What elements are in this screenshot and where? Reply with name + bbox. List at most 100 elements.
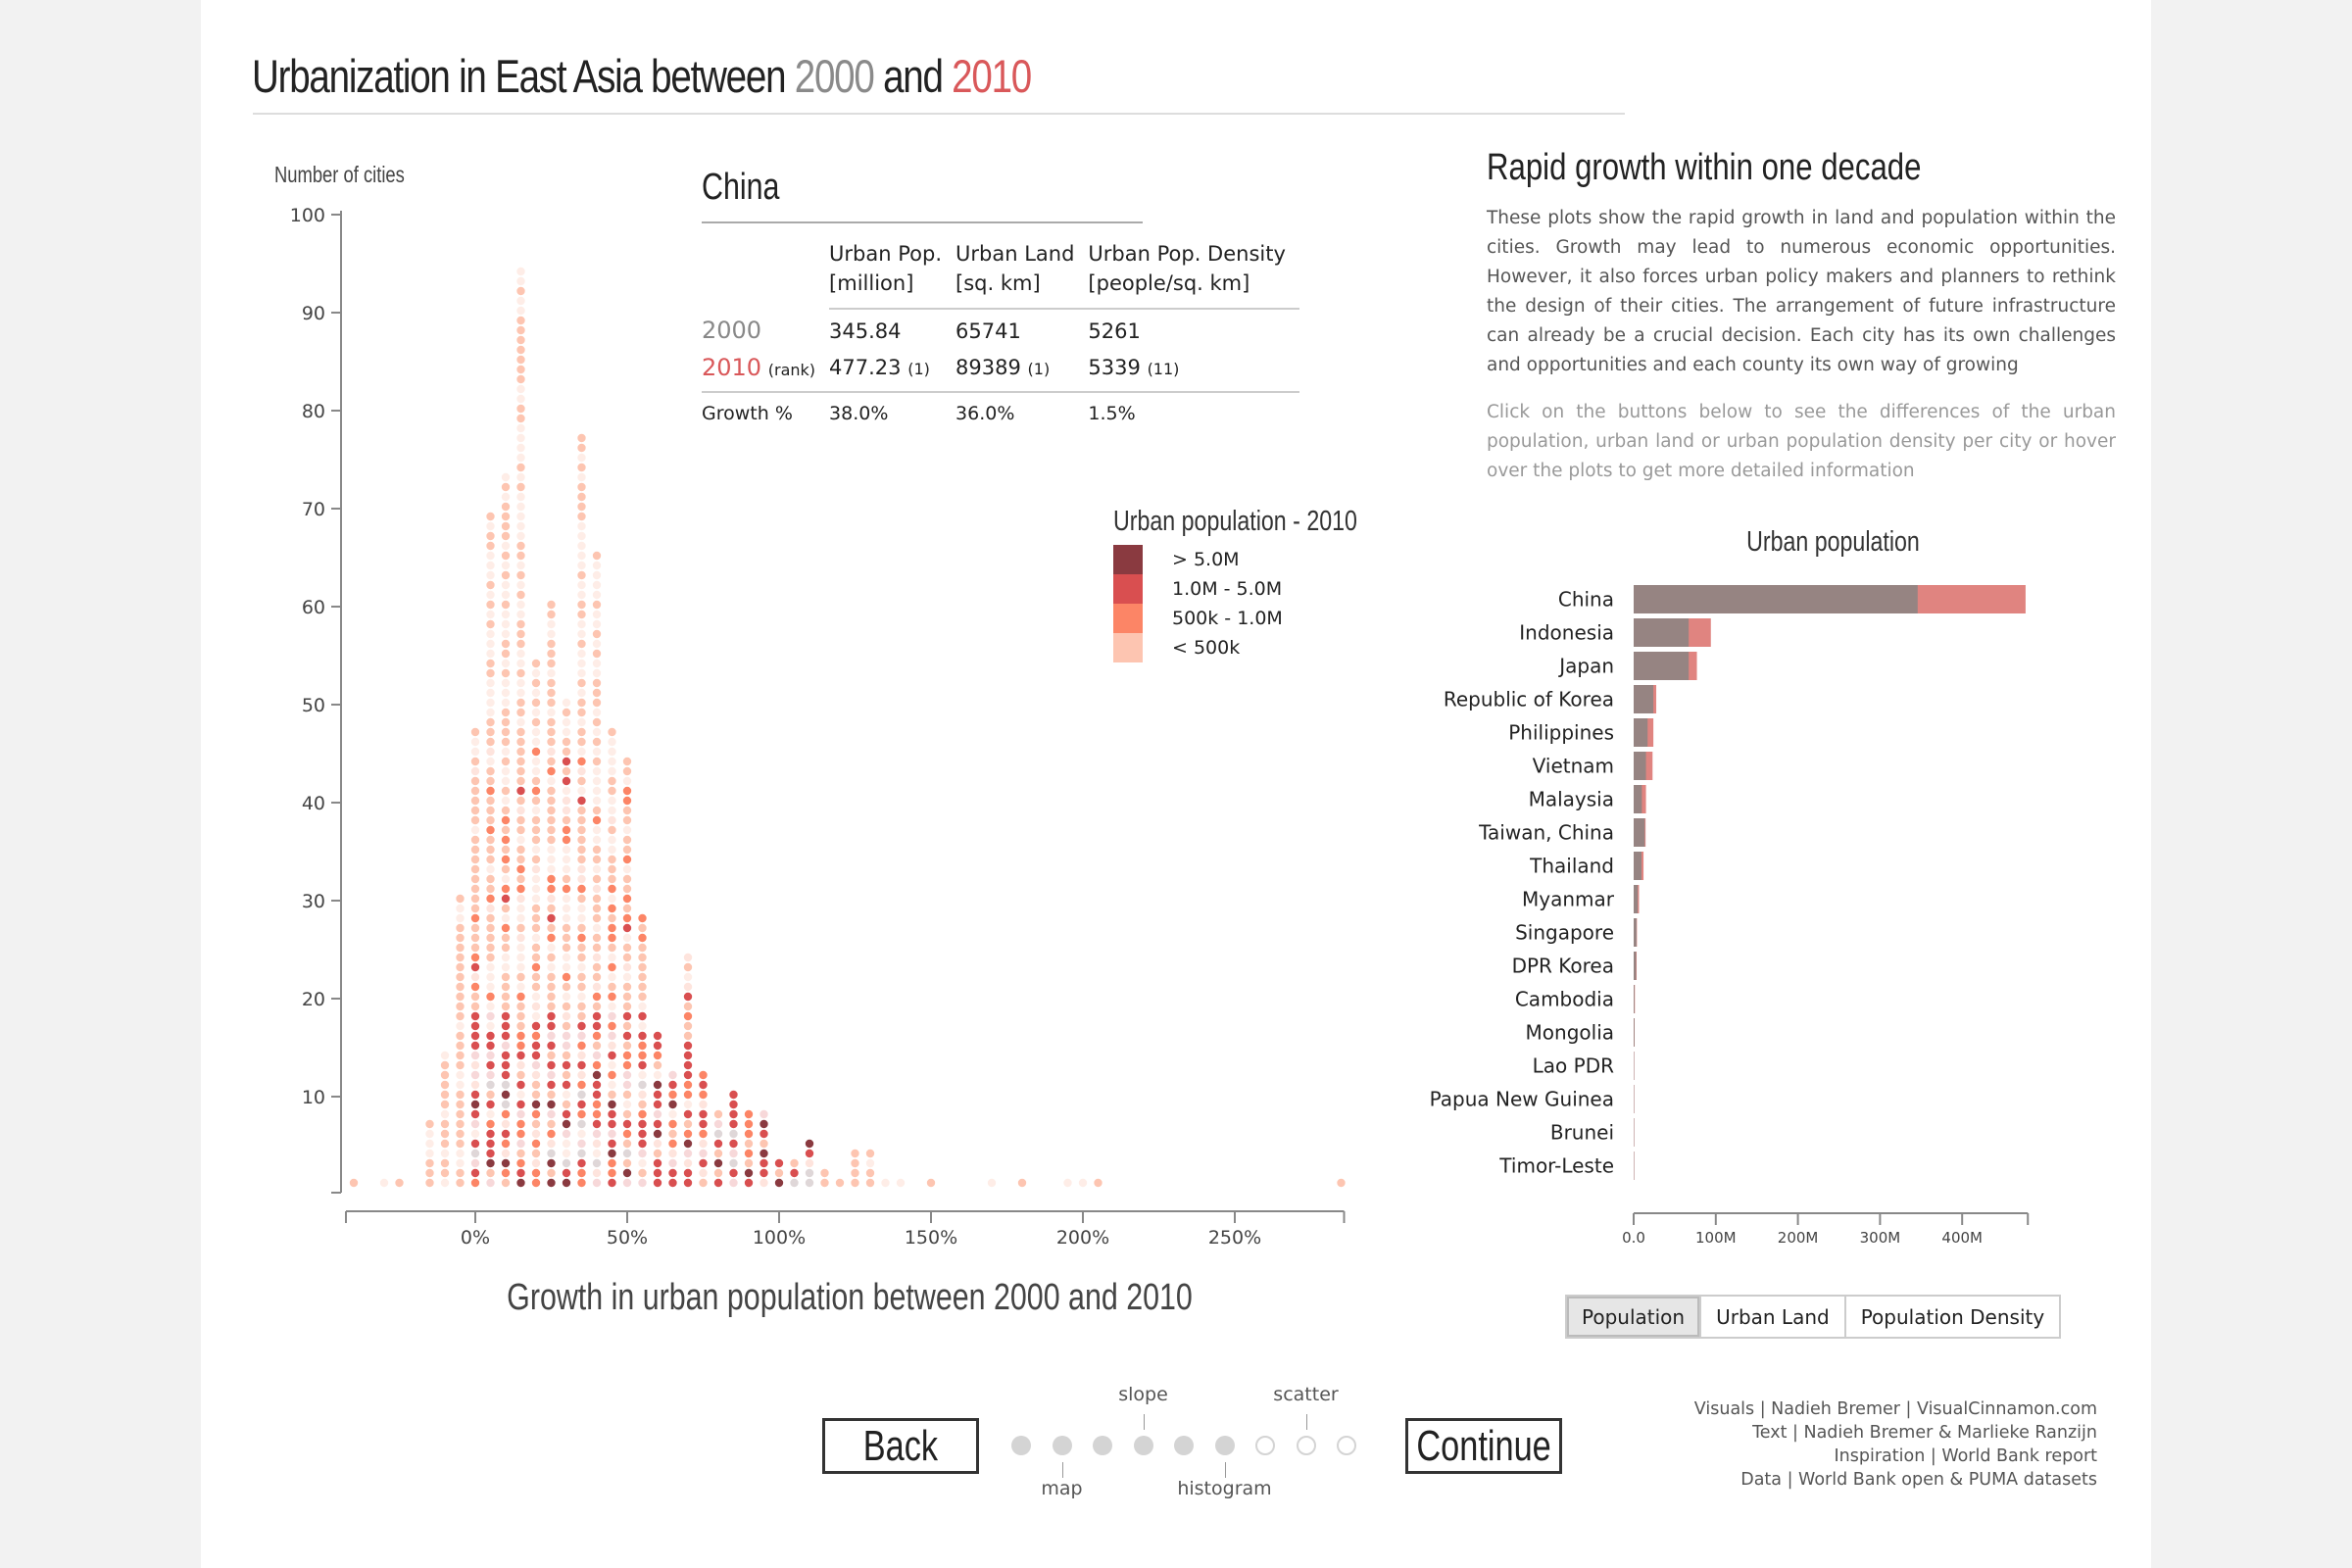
city-dot[interactable] [608,1168,616,1178]
city-dot[interactable] [501,992,511,1002]
city-dot[interactable] [440,1070,450,1080]
city-dot[interactable] [486,717,495,727]
city-dot[interactable] [608,904,616,913]
city-dot[interactable] [516,433,525,443]
city-dot[interactable] [608,1051,616,1060]
city-dot[interactable] [729,1149,738,1158]
city-dot[interactable] [516,776,525,786]
city-dot[interactable] [577,1109,586,1119]
city-dot[interactable] [470,1129,480,1139]
city-dot[interactable] [638,933,647,943]
city-dot[interactable] [653,1031,662,1041]
city-dot[interactable] [653,1070,662,1080]
city-dot[interactable] [516,521,525,531]
city-dot[interactable] [486,1109,495,1119]
city-dot[interactable] [622,1080,632,1090]
city-dot[interactable] [501,531,511,541]
city-dot[interactable] [486,992,495,1002]
city-dot[interactable] [440,1119,450,1129]
step-dot[interactable] [1174,1436,1194,1455]
city-dot[interactable] [531,1119,541,1129]
city-dot[interactable] [562,1041,571,1051]
city-dot[interactable] [456,1178,465,1188]
city-dot[interactable] [699,1109,708,1119]
city-dot[interactable] [608,992,616,1002]
city-dot[interactable] [531,796,541,806]
city-dot[interactable] [547,698,556,708]
city-dot[interactable] [592,884,602,894]
city-dot[interactable] [774,1178,784,1188]
city-dot[interactable] [501,1139,511,1149]
city-dot[interactable] [865,1149,875,1158]
city-dot[interactable] [456,1158,465,1168]
city-dot[interactable] [668,1090,677,1100]
city-dot[interactable] [516,884,525,894]
city-dot[interactable] [592,1109,602,1119]
city-dot[interactable] [456,1011,465,1021]
city-dot[interactable] [501,698,511,708]
city-dot[interactable] [486,531,495,541]
city-dot[interactable] [592,972,602,982]
city-dot[interactable] [486,619,495,629]
city-dot[interactable] [425,1139,434,1149]
city-dot[interactable] [577,913,586,923]
city-dot[interactable] [547,1031,556,1041]
city-dot[interactable] [456,1168,465,1178]
city-dot[interactable] [592,913,602,923]
city-dot[interactable] [547,600,556,610]
city-dot[interactable] [531,688,541,698]
city-dot[interactable] [486,551,495,561]
city-dot[interactable] [486,1070,495,1080]
city-dot[interactable] [516,365,525,374]
city-dot[interactable] [577,747,586,757]
city-dot[interactable] [562,884,571,894]
city-dot[interactable] [440,1090,450,1100]
city-dot[interactable] [592,1021,602,1031]
city-dot[interactable] [1017,1178,1027,1188]
city-dot[interactable] [851,1149,859,1158]
city-dot[interactable] [729,1119,738,1129]
city-dot[interactable] [501,619,511,629]
city-dot[interactable] [592,698,602,708]
city-dot[interactable] [516,1178,525,1188]
city-dot[interactable] [562,757,571,766]
city-dot[interactable] [547,1011,556,1021]
city-dot[interactable] [1094,1178,1102,1188]
city-dot[interactable] [608,884,616,894]
city-dot[interactable] [456,943,465,953]
city-dot[interactable] [516,786,525,796]
city-dot[interactable] [774,1168,784,1178]
city-dot[interactable] [638,1011,647,1021]
city-dot[interactable] [577,512,586,521]
city-dot[interactable] [592,717,602,727]
city-dot[interactable] [699,1129,708,1139]
city-dot[interactable] [547,913,556,923]
city-dot[interactable] [592,629,602,639]
city-dot[interactable] [486,943,495,953]
city-dot[interactable] [744,1109,754,1119]
city-dot[interactable] [622,894,632,904]
city-dot[interactable] [592,600,602,610]
city-dot[interactable] [501,884,511,894]
city-dot[interactable] [577,708,586,717]
city-dot[interactable] [608,815,616,825]
city-dot[interactable] [608,766,616,776]
city-dot[interactable] [456,982,465,992]
city-dot[interactable] [501,1090,511,1100]
city-dot[interactable] [531,1031,541,1041]
city-dot[interactable] [622,972,632,982]
city-dot[interactable] [577,639,586,649]
city-dot[interactable] [470,776,480,786]
city-dot[interactable] [516,580,525,590]
city-dot[interactable] [516,835,525,845]
city-dot[interactable] [622,1041,632,1051]
city-dot[interactable] [547,649,556,659]
city-dot[interactable] [531,972,541,982]
city-dot[interactable] [486,835,495,845]
city-dot[interactable] [577,668,586,678]
city-dot[interactable] [729,1178,738,1188]
city-dot[interactable] [486,1178,495,1188]
city-dot[interactable] [486,1060,495,1070]
city-dot[interactable] [896,1178,906,1188]
city-dot[interactable] [486,659,495,668]
